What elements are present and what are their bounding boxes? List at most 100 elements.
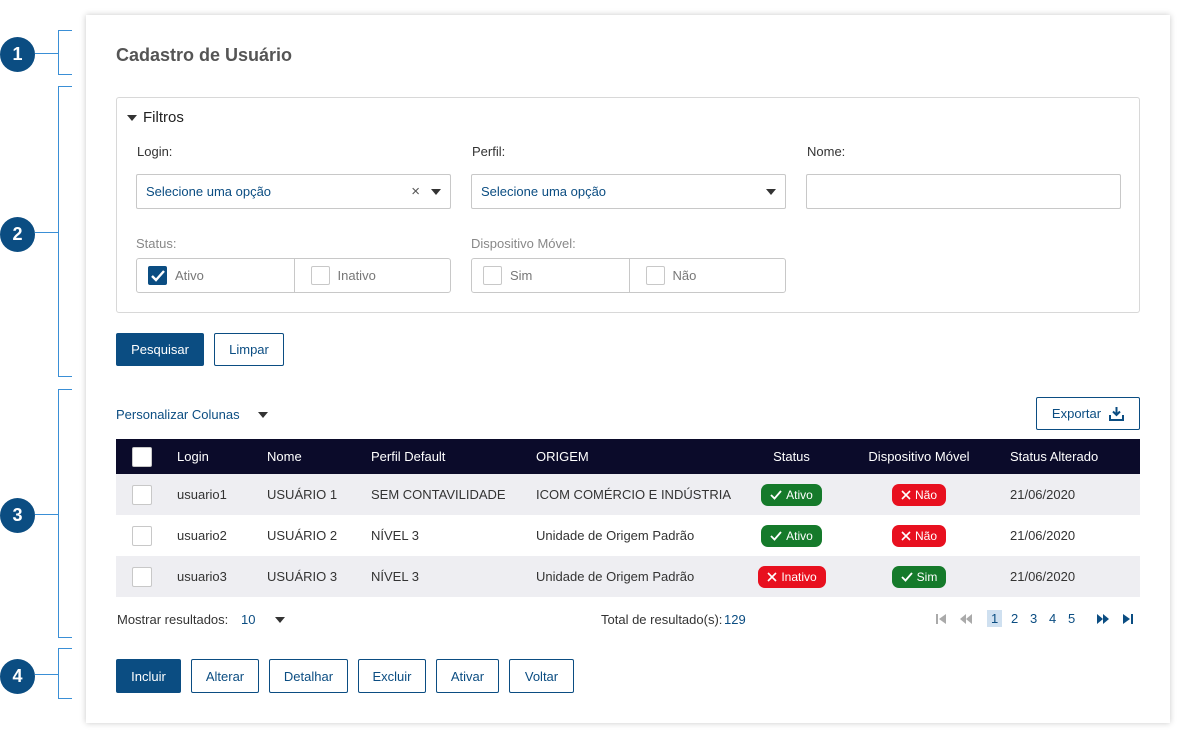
cell-login: usuario1 xyxy=(177,487,227,502)
annotation-bracket-2 xyxy=(35,86,72,377)
checkbox-checked[interactable] xyxy=(148,266,167,285)
column-header[interactable]: ORIGEM xyxy=(536,439,589,474)
page-size-value[interactable]: 10 xyxy=(241,612,255,627)
annotation-badge-4: 4 xyxy=(0,659,35,694)
download-icon xyxy=(1109,407,1125,421)
table-row[interactable]: usuario2 USUÁRIO 2 NÍVEL 3 Unidade de Or… xyxy=(116,515,1140,556)
perfil-select[interactable]: Selecione uma opção xyxy=(471,174,786,209)
annotation-badge-2: 2 xyxy=(0,217,35,252)
select-all-cell xyxy=(132,439,152,474)
cell-status: Ativo xyxy=(758,474,825,515)
dispositivo-option-nao[interactable]: Não xyxy=(628,259,786,292)
cell-origem: Unidade de Origem Padrão xyxy=(536,569,695,584)
page-1[interactable]: 1 xyxy=(987,610,1003,627)
filters-toggle[interactable]: Filtros xyxy=(127,109,184,126)
column-header[interactable]: Login xyxy=(177,439,209,474)
checkbox-unchecked[interactable] xyxy=(310,266,330,285)
detalhar-button[interactable]: Detalhar xyxy=(269,659,348,693)
page-3[interactable]: 3 xyxy=(1030,611,1037,626)
dispositivo-badge: Não xyxy=(891,483,946,506)
users-table: Login Nome Perfil Default ORIGEM Status … xyxy=(116,439,1140,597)
caret-down-icon xyxy=(127,114,137,121)
status-badge-label: Ativo xyxy=(786,528,813,543)
table-row[interactable]: usuario3 USUÁRIO 3 NÍVEL 3 Unidade de Or… xyxy=(116,556,1140,597)
cell-alterado: 21/06/2020 xyxy=(1010,569,1076,584)
chevron-down-icon[interactable] xyxy=(275,617,285,623)
filters-toggle-label: Filtros xyxy=(143,109,184,126)
close-icon xyxy=(901,489,911,500)
column-header[interactable]: Status Alterado xyxy=(1010,439,1098,474)
dispositivo-badge-label: Não xyxy=(914,487,937,502)
next-page-icon[interactable] xyxy=(1096,613,1110,625)
cell-login: usuario3 xyxy=(177,569,227,584)
status-option-label: Ativo xyxy=(175,268,204,283)
login-label: Login: xyxy=(137,144,173,159)
cell-nome: USUÁRIO 3 xyxy=(267,569,338,584)
cell-status: Ativo xyxy=(758,515,825,556)
dispositivo-option-label: Não xyxy=(672,268,697,283)
check-icon xyxy=(901,571,913,582)
search-button[interactable]: Pesquisar xyxy=(116,333,204,366)
dispositivo-badge-label: Não xyxy=(914,528,937,543)
cell-alterado: 21/06/2020 xyxy=(1010,528,1076,543)
page-4[interactable]: 4 xyxy=(1049,611,1056,626)
clear-icon[interactable]: × xyxy=(411,183,420,200)
excluir-button[interactable]: Excluir xyxy=(358,659,426,693)
column-header[interactable]: Dispositivo Móvel xyxy=(856,439,982,474)
check-icon xyxy=(770,530,782,541)
row-checkbox[interactable] xyxy=(132,525,152,546)
page-size-label: Mostrar resultados: xyxy=(117,612,229,627)
dispositivo-badge-label: Sim xyxy=(916,569,938,584)
table-row[interactable]: usuario1 USUÁRIO 1 SEM CONTAVILIDADE ICO… xyxy=(116,474,1140,515)
checkbox-unchecked[interactable] xyxy=(483,266,502,285)
select-all-checkbox[interactable] xyxy=(132,446,152,467)
ativar-button[interactable]: Ativar xyxy=(436,659,499,693)
row-checkbox[interactable] xyxy=(132,484,152,505)
alterar-button[interactable]: Alterar xyxy=(191,659,259,693)
previous-page-icon[interactable] xyxy=(959,613,973,625)
customize-columns[interactable]: Personalizar Colunas xyxy=(116,407,268,422)
annotation-bracket-1 xyxy=(35,30,72,75)
column-header[interactable]: Nome xyxy=(267,439,302,474)
check-icon xyxy=(150,269,165,282)
dispositivo-option-label: Sim xyxy=(510,268,533,283)
page-5[interactable]: 5 xyxy=(1068,611,1075,626)
cell-dispositivo: Não xyxy=(890,515,948,556)
cell-nome: USUÁRIO 2 xyxy=(267,528,338,543)
cell-perfil: NÍVEL 3 xyxy=(371,569,419,584)
total-value: 129 xyxy=(724,612,746,627)
dispositivo-option-sim[interactable]: Sim xyxy=(472,259,629,292)
login-select[interactable]: Selecione uma opção × xyxy=(136,174,451,209)
first-page-icon[interactable] xyxy=(935,613,947,625)
voltar-button[interactable]: Voltar xyxy=(509,659,574,693)
last-page-icon[interactable] xyxy=(1122,613,1134,625)
status-badge-label: Inativo xyxy=(781,569,817,584)
status-option-ativo[interactable]: Ativo xyxy=(137,259,294,292)
status-badge-label: Ativo xyxy=(786,487,813,502)
column-header[interactable]: Perfil Default xyxy=(371,439,445,474)
cell-origem: Unidade de Origem Padrão xyxy=(536,528,695,543)
dispositivo-badge: Não xyxy=(891,524,946,547)
chevron-down-icon[interactable] xyxy=(766,189,776,195)
status-option-inativo[interactable]: Inativo xyxy=(293,259,451,292)
row-checkbox[interactable] xyxy=(132,566,152,587)
page-2[interactable]: 2 xyxy=(1011,611,1018,626)
cell-perfil: NÍVEL 3 xyxy=(371,528,419,543)
status-badge: Inativo xyxy=(758,565,826,588)
cell-dispositivo: Sim xyxy=(890,556,948,597)
cell-perfil: SEM CONTAVILIDADE xyxy=(371,487,506,502)
nome-input[interactable] xyxy=(806,174,1121,209)
checkbox-unchecked[interactable] xyxy=(645,266,665,285)
incluir-button[interactable]: Incluir xyxy=(116,659,181,693)
status-badge: Ativo xyxy=(761,524,822,547)
perfil-select-value: Selecione uma opção xyxy=(481,184,607,199)
row-checkbox-cell xyxy=(132,474,152,515)
chevron-down-icon[interactable] xyxy=(431,189,441,195)
dispositivo-badge: Sim xyxy=(891,565,947,588)
annotation-bracket-3 xyxy=(35,389,72,638)
annotation-badge-1: 1 xyxy=(0,37,35,72)
export-button[interactable]: Exportar xyxy=(1036,397,1140,430)
cell-nome: USUÁRIO 1 xyxy=(267,487,338,502)
column-header[interactable]: Status xyxy=(755,439,828,474)
clear-button[interactable]: Limpar xyxy=(214,333,284,366)
